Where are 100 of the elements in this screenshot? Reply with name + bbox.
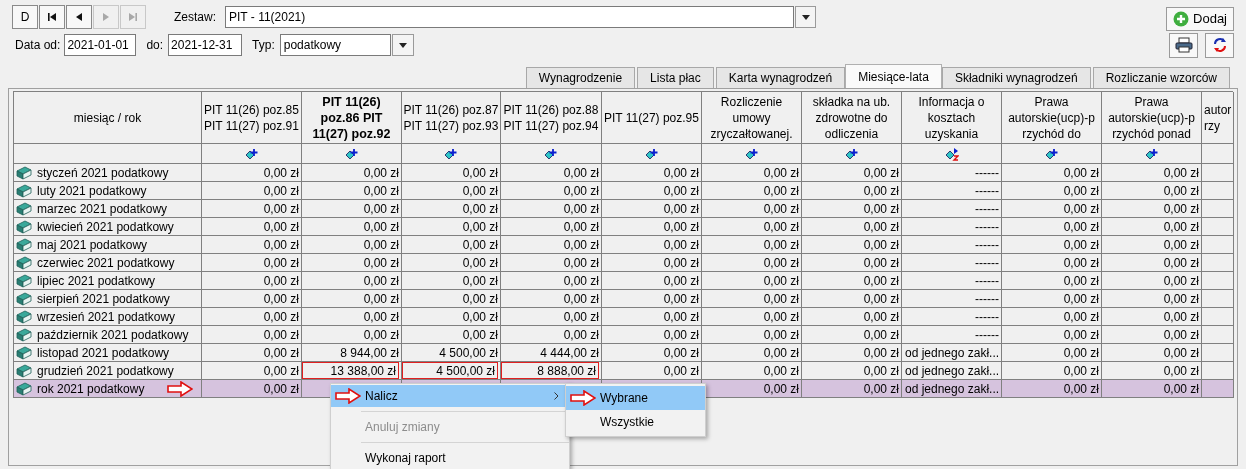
table-cell-text: 0,00 zł	[462, 236, 498, 254]
table-row[interactable]: maj 2021 podatkowy 0,00 zł 0,00 zł 0,00 zł 0,00 zł 0,00 zł 0,00 zł 0,00 zł ------ 0,00 zł 0,00 zł	[14, 236, 1233, 254]
menu-item[interactable]: Wszystkie	[566, 410, 705, 434]
table-cell-text: od jednego zakł...	[905, 362, 1000, 380]
field-label: Zestaw:	[174, 9, 216, 26]
table-cell-text: 0,00 zł	[863, 362, 899, 380]
table-cell-text: 0,00 zł	[563, 182, 599, 200]
add-button[interactable]: Dodaj	[1166, 7, 1234, 31]
column-header[interactable]: składka na ub. zdrowotne do odliczenia	[802, 92, 901, 143]
tab[interactable]: Karta wynagrodzeń	[715, 67, 846, 88]
table-row[interactable]: luty 2021 podatkowy 0,00 zł 0,00 zł 0,00 zł 0,00 zł 0,00 zł 0,00 zł 0,00 zł ------ 0,00 zł 0,00 zł	[14, 182, 1233, 200]
column-header[interactable]: Rozliczenie umowy zryczałtowanej.	[702, 92, 801, 143]
book-icon	[16, 237, 32, 252]
row-label: sierpień 2021 podatkowy	[37, 290, 170, 308]
refresh-icon	[1211, 37, 1228, 53]
table-cell-text: 4 444,00 zł	[540, 344, 599, 362]
add-filter-icon[interactable]	[1044, 147, 1059, 160]
table-cell-text: 0,00 zł	[363, 272, 399, 290]
sort-icon[interactable]	[944, 146, 959, 161]
table-row[interactable]: lipiec 2021 podatkowy 0,00 zł 0,00 zł 0,00 zł 0,00 zł 0,00 zł 0,00 zł 0,00 zł ------ 0,00 zł 0,00 zł	[14, 272, 1233, 290]
book-icon	[16, 309, 32, 324]
table-cell-text: 0,00 zł	[462, 272, 498, 290]
column-header[interactable]: Prawa autorskie(ucp)-p rzychód ponad	[1102, 92, 1201, 143]
date-field[interactable]: 2021-01-01	[64, 34, 137, 56]
table-cell-text: 0,00 zł	[462, 290, 498, 308]
column-header[interactable]: PIT 11(26) poz.87 PIT 11(27) poz.93	[402, 92, 500, 143]
row-label: lipiec 2021 podatkowy	[37, 272, 156, 290]
table-row[interactable]: marzec 2021 podatkowy 0,00 zł 0,00 zł 0,00 zł 0,00 zł 0,00 zł 0,00 zł 0,00 zł ------ 0,00 zł 0,00 zł	[14, 200, 1233, 218]
tab[interactable]: Miesiące-lata	[845, 64, 942, 88]
tab[interactable]: Składniki wynagrodzeń	[941, 67, 1091, 88]
column-header[interactable]: PIT 11(26) poz.88 PIT 11(27) poz.94	[501, 92, 601, 143]
table-cell-text: 0,00 zł	[1063, 164, 1099, 182]
table-cell-text: 0,00 zł	[363, 254, 399, 272]
column-header[interactable]: Informacja o kosztach uzyskania	[902, 92, 1001, 143]
table-cell-text: 0,00 zł	[1163, 164, 1199, 182]
table-cell-text: 0,00 zł	[1163, 218, 1199, 236]
add-filter-icon[interactable]	[244, 147, 259, 160]
table-row[interactable]: listopad 2021 podatkowy 0,00 zł 8 944,00 zł 4 500,00 zł 4 444,00 zł 0,00 zł 0,00 zł 0,00 zł od jednego zakł... 0,00 zł 0,00 zł	[14, 344, 1233, 362]
table-row[interactable]: sierpień 2021 podatkowy 0,00 zł 0,00 zł 0,00 zł 0,00 zł 0,00 zł 0,00 zł 0,00 zł ------ 0,00 zł 0,00 zł	[14, 290, 1233, 308]
table-cell-text: 0,00 zł	[663, 182, 699, 200]
table-cell-text: 0,00 zł	[663, 326, 699, 344]
table-cell-text: 0,00 zł	[1163, 236, 1199, 254]
tab[interactable]: Rozliczanie wzorców	[1092, 67, 1230, 88]
column-header[interactable]: PIT 11(26) poz.85 PIT 11(27) poz.91	[202, 92, 301, 143]
column-header[interactable]: PIT 11(26) poz.86 PIT 11(27) poz.92	[302, 92, 401, 143]
table-cell-text: 0,00 zł	[763, 344, 799, 362]
next-icon	[102, 12, 110, 22]
table-cell-text: od jednego zakł...	[905, 344, 1000, 362]
tab[interactable]: Wynagrodzenie	[525, 67, 636, 88]
table-row[interactable]: styczeń 2021 podatkowy 0,00 zł 0,00 zł 0,00 zł 0,00 zł 0,00 zł 0,00 zł 0,00 zł ------ 0,00 zł 0,00 zł	[14, 164, 1233, 182]
navigation-button[interactable]	[39, 5, 65, 29]
menu-item[interactable]: Wykonaj raport	[331, 447, 569, 469]
book-icon	[16, 345, 32, 360]
table-cell-text: 0,00 zł	[663, 344, 699, 362]
chevron-right-icon	[554, 392, 559, 400]
table-cell-text: ------	[975, 326, 999, 344]
table-row[interactable]: czerwiec 2021 podatkowy 0,00 zł 0,00 zł 0,00 zł 0,00 zł 0,00 zł 0,00 zł 0,00 zł ------ 0,00 zł 0,00 zł	[14, 254, 1233, 272]
table-cell-text: 0,00 zł	[863, 218, 899, 236]
table-cell-text: 0,00 zł	[863, 272, 899, 290]
date-field[interactable]: 2021-12-31	[168, 34, 243, 56]
add-filter-icon[interactable]	[344, 147, 359, 160]
table-cell-text: 0,00 zł	[462, 182, 498, 200]
table-cell-text: 0,00 zł	[563, 164, 599, 182]
table-cell-text: 0,00 zł	[1063, 254, 1099, 272]
table-cell-text: 0,00 zł	[863, 344, 899, 362]
print-button[interactable]	[1169, 32, 1198, 58]
column-header[interactable]: autor rzy	[1202, 92, 1233, 143]
add-filter-icon[interactable]	[644, 147, 659, 160]
add-filter-icon[interactable]	[844, 147, 859, 160]
column-header[interactable]: miesiąc / rok	[14, 92, 201, 143]
table-cell-text: 0,00 zł	[363, 326, 399, 344]
table-cell-text: 0,00 zł	[763, 362, 799, 380]
table-cell-text: 0,00 zł	[663, 272, 699, 290]
add-filter-icon[interactable]	[444, 147, 458, 160]
add-filter-icon[interactable]	[544, 147, 558, 160]
add-filter-icon[interactable]	[744, 147, 759, 160]
table-cell-text: 0,00 zł	[363, 200, 399, 218]
table-cell-text: 0,00 zł	[563, 254, 599, 272]
column-header[interactable]: PIT 11(27) poz.95	[602, 92, 701, 143]
table-cell-text: 0,00 zł	[1063, 362, 1099, 380]
add-filter-icon[interactable]	[1144, 147, 1159, 160]
table-cell-text: 0,00 zł	[263, 362, 299, 380]
navigation-button[interactable]	[66, 5, 92, 29]
navigation-button[interactable]: D	[12, 5, 38, 29]
table-cell-text: ------	[975, 308, 999, 326]
table-row[interactable]: kwiecień 2021 podatkowy 0,00 zł 0,00 zł 0,00 zł 0,00 zł 0,00 zł 0,00 zł 0,00 zł ------ 0,00 zł 0,00 zł	[14, 218, 1233, 236]
menu-item[interactable]: Wybrane	[566, 386, 705, 410]
table-row[interactable]: wrzesień 2021 podatkowy 0,00 zł 0,00 zł 0,00 zł 0,00 zł 0,00 zł 0,00 zł 0,00 zł ------ 0,00 zł 0,00 zł	[14, 308, 1233, 326]
table-cell-text: 0,00 zł	[363, 218, 399, 236]
table-cell-text: 0,00 zł	[1163, 380, 1199, 398]
last-icon	[128, 12, 138, 22]
plus-circle-icon	[1173, 11, 1190, 27]
column-header[interactable]: Prawa autorskie(ucp)-p rzychód do	[1002, 92, 1101, 143]
table-cell-text: ------	[975, 290, 999, 308]
table-row[interactable]: październik 2021 podatkowy 0,00 zł 0,00 zł 0,00 zł 0,00 zł 0,00 zł 0,00 zł 0,00 zł ------ 0,00 zł 0,00 zł	[14, 326, 1233, 344]
table-cell-text: 8 944,00 zł	[340, 344, 399, 362]
table-cell-text: 0,00 zł	[263, 218, 299, 236]
table-cell-text: 0,00 zł	[563, 290, 599, 308]
tab[interactable]: Lista płac	[637, 67, 714, 88]
refresh-button[interactable]	[1205, 32, 1234, 58]
